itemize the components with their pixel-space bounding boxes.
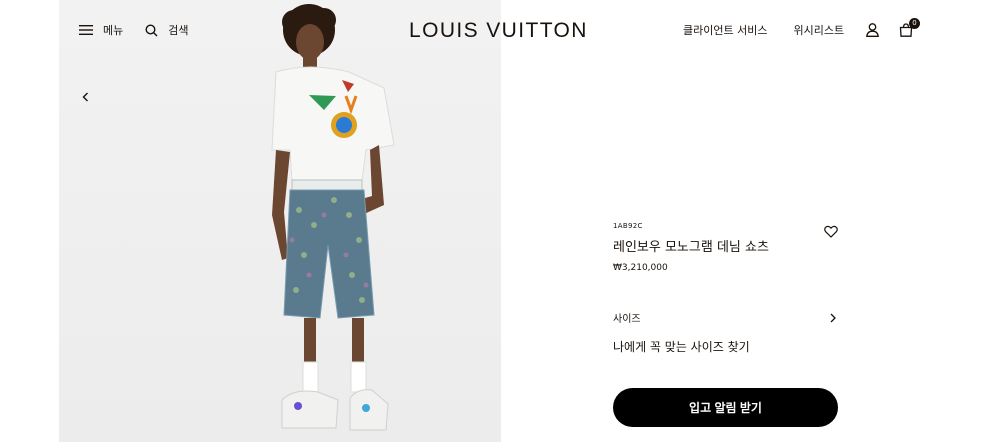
site-header: 메뉴 검색 LOUIS VUITTON 클라이언트 서비스 위시리스트 0: [0, 0, 1000, 62]
product-image-gallery[interactable]: [59, 0, 501, 442]
wishlist-link[interactable]: 위시리스트: [793, 22, 844, 38]
heart-icon: [824, 225, 838, 238]
account-button[interactable]: [866, 22, 879, 41]
brand-logo[interactable]: LOUIS VUITTON: [409, 19, 588, 43]
menu-button[interactable]: 메뉴: [79, 22, 123, 38]
chevron-right-icon: [830, 313, 836, 322]
cart-count-badge: 0: [909, 18, 920, 29]
chevron-left-icon: [82, 92, 88, 102]
size-selector[interactable]: 사이즈: [613, 310, 838, 325]
add-to-wishlist-button[interactable]: [824, 223, 838, 242]
header-left-group: 메뉴 검색: [79, 22, 189, 38]
product-info-panel: 1AB92C 레인보우 모노그램 데님 쇼츠 ₩3,210,000 사이즈 나에…: [613, 222, 838, 427]
product-sku: 1AB92C: [613, 222, 643, 230]
search-button[interactable]: 검색: [145, 22, 189, 38]
menu-label: 메뉴: [103, 24, 124, 37]
size-label: 사이즈: [613, 314, 641, 325]
product-photo-model: [271, 4, 395, 431]
search-label: 검색: [168, 24, 189, 37]
hamburger-icon: [79, 25, 93, 35]
client-service-link[interactable]: 클라이언트 서비스: [683, 22, 767, 38]
header-right-group: 클라이언트 서비스 위시리스트: [683, 22, 844, 38]
gallery-prev-button[interactable]: [79, 89, 93, 103]
search-icon: [145, 23, 158, 36]
user-icon: [866, 23, 879, 37]
cart-button[interactable]: 0: [899, 18, 920, 41]
product-price: ₩3,210,000: [613, 263, 668, 273]
product-title: 레인보우 모노그램 데님 쇼츠: [613, 240, 769, 255]
notify-when-available-button[interactable]: 입고 알림 받기: [613, 388, 838, 427]
find-my-size-link[interactable]: 나에게 꼭 맞는 사이즈 찾기: [613, 338, 750, 355]
